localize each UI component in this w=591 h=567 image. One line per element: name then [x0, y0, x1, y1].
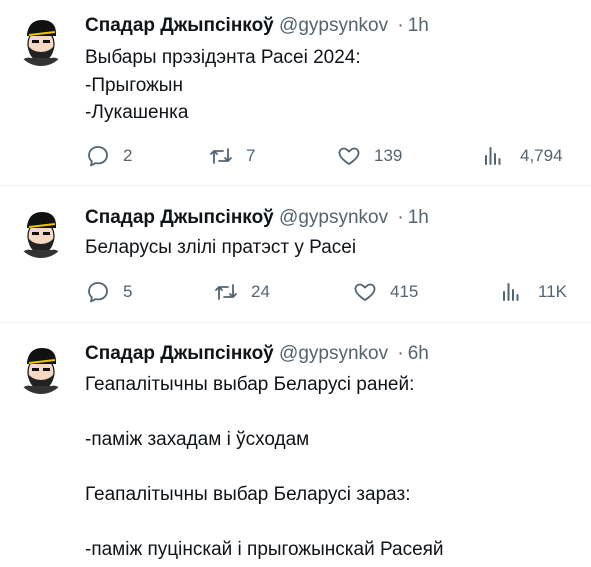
tweet-text: Беларусы злілі пратэст у Расеі [85, 237, 357, 258]
reply-button[interactable]: 2 [85, 144, 132, 168]
author-handle[interactable]: @gypsynkov [279, 343, 388, 364]
views-count: 4,794 [520, 146, 563, 165]
views-icon [480, 144, 506, 168]
tweet[interactable]: Спадар Джыпсінкоў @gypsynkov · 6h Геапалі… [0, 323, 591, 567]
reply-count: 2 [123, 146, 133, 165]
author-name[interactable]: Спадар Джыпсінкоў [85, 343, 274, 364]
separator: · [397, 343, 404, 364]
retweet-icon [208, 144, 234, 168]
author-name[interactable]: Спадар Джыпсінкоў [85, 15, 274, 36]
avatar[interactable] [15, 206, 67, 258]
views-icon [498, 280, 524, 304]
reply-icon [85, 280, 111, 304]
retweet-count: 24 [251, 282, 270, 301]
tweet-header: Спадар Джыпсінкоў @gypsynkov · 6h [85, 342, 429, 366]
tweet-actions: 5 24 415 11K [85, 280, 575, 304]
timestamp[interactable]: 1h [408, 15, 429, 36]
separator: · [397, 207, 404, 228]
like-icon [352, 280, 378, 304]
retweet-icon [213, 280, 239, 304]
tweet-header: Спадар Джыпсінкоў @gypsynkov · 1h [85, 206, 429, 230]
reply-icon [85, 144, 111, 168]
tweet-text: Выбары прэзідэнта Расеі 2024: -Прыгожын … [85, 47, 361, 123]
like-count: 415 [390, 282, 419, 301]
avatar-image [19, 348, 63, 394]
avatar-image [19, 212, 63, 258]
tweet[interactable]: Спадар Джыпсінкоў @gypsynkov · 1h Беларус… [0, 186, 591, 323]
tweet-header: Спадар Джыпсінкоў @gypsynkov · 1h [85, 14, 429, 38]
views-button[interactable]: 4,794 [480, 144, 563, 168]
author-handle[interactable]: @gypsynkov [279, 207, 388, 228]
tweet-feed: Спадар Джыпсінкоў @gypsynkov · 1h Выбары … [0, 0, 591, 567]
like-button[interactable]: 415 [352, 280, 418, 304]
avatar[interactable] [15, 342, 67, 394]
like-count: 139 [374, 146, 403, 165]
avatar[interactable] [15, 14, 67, 66]
tweet[interactable]: Спадар Джыпсінкоў @gypsynkov · 1h Выбары … [0, 0, 591, 186]
views-count: 11K [538, 282, 567, 301]
retweet-button[interactable]: 24 [213, 280, 270, 304]
retweet-count: 7 [246, 146, 256, 165]
like-icon [336, 144, 362, 168]
author-name[interactable]: Спадар Джыпсінкоў [85, 207, 274, 228]
tweet-actions: 2 7 139 4,794 [85, 144, 575, 168]
timestamp[interactable]: 6h [408, 343, 429, 364]
author-handle[interactable]: @gypsynkov [279, 15, 388, 36]
retweet-button[interactable]: 7 [208, 144, 255, 168]
separator: · [397, 15, 404, 36]
tweet-text: Геапалітычны выбар Беларусі раней: -памі… [85, 374, 444, 560]
timestamp[interactable]: 1h [408, 207, 429, 228]
like-button[interactable]: 139 [336, 144, 402, 168]
reply-count: 5 [123, 282, 133, 301]
avatar-image [19, 20, 63, 66]
views-button[interactable]: 11K [498, 280, 567, 304]
reply-button[interactable]: 5 [85, 280, 132, 304]
